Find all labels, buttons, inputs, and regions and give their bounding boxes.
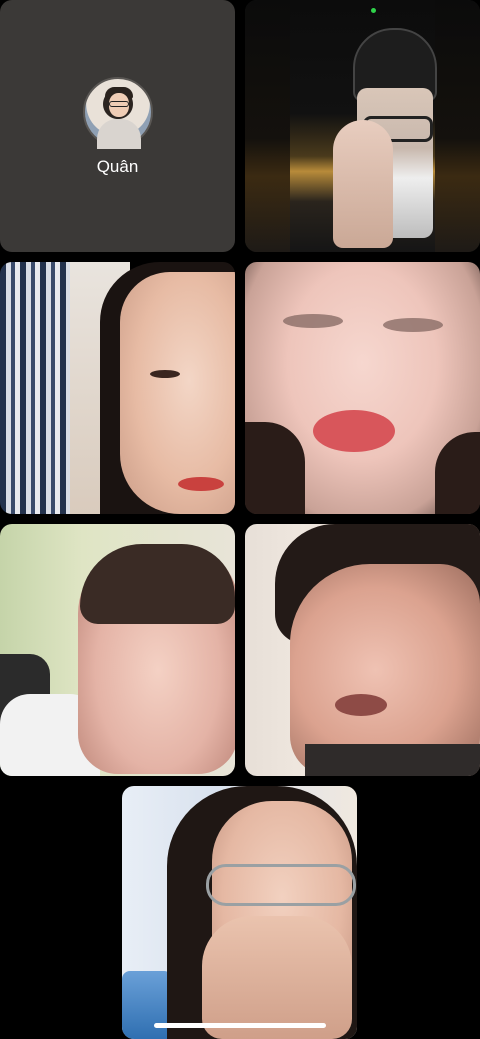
glasses-shape: [206, 864, 356, 906]
lips-shape: [178, 477, 224, 491]
video-call-grid: Quân: [0, 0, 480, 1039]
hair-shape: [80, 544, 235, 624]
home-indicator[interactable]: [154, 1023, 326, 1028]
participant-name: Quân: [96, 157, 139, 176]
hair-shape: [245, 422, 305, 514]
participant-video-tile[interactable]: [0, 524, 235, 776]
face-shape: [120, 272, 235, 514]
eye-shape: [283, 314, 343, 328]
participant-avatar: [83, 77, 153, 149]
participant-video-tile[interactable]: [245, 524, 480, 776]
mouth-shape: [335, 694, 387, 716]
participant-video-tile[interactable]: [0, 262, 235, 514]
shirt-shape: [305, 744, 480, 776]
hands-shape: [202, 916, 352, 1039]
curtain-background: [0, 262, 70, 514]
hand-shape: [333, 120, 393, 248]
participant-video-tile[interactable]: [245, 0, 480, 252]
eye-shape: [383, 318, 443, 332]
participant-video-tile[interactable]: [122, 786, 357, 1039]
participant-video-tile[interactable]: [245, 262, 480, 514]
participant-tile-quan[interactable]: Quân: [0, 0, 235, 252]
lips-shape: [313, 410, 395, 452]
bag-shape: [122, 971, 172, 1039]
avatar-glasses: [109, 101, 129, 107]
eye-shape: [150, 370, 180, 378]
avatar-shirt: [97, 119, 141, 149]
camera-active-indicator: [371, 8, 376, 13]
